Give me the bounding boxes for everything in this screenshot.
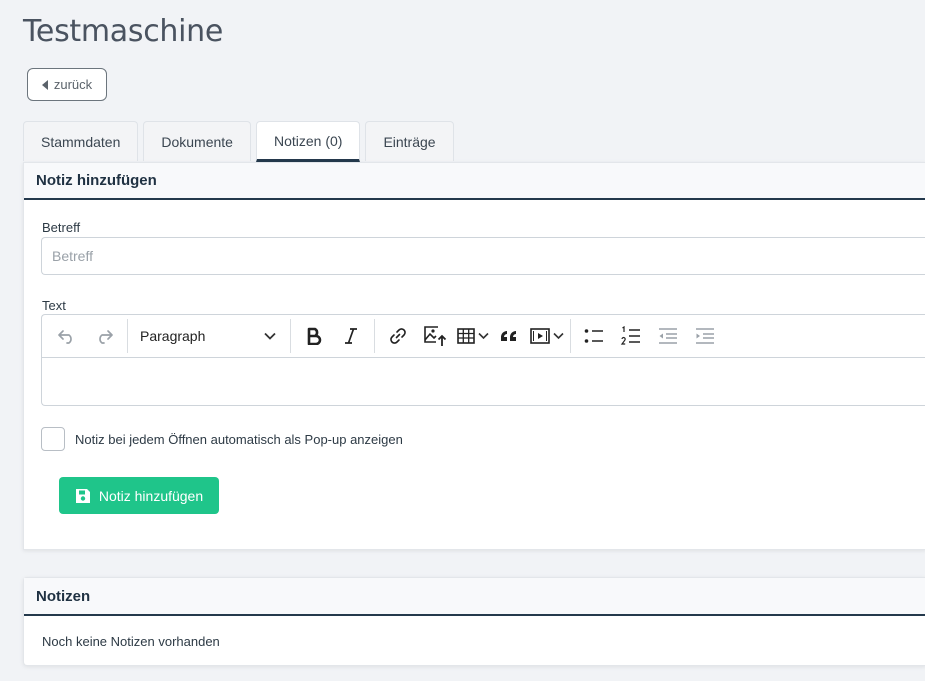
paragraph-style-dropdown[interactable]: Paragraph (134, 320, 284, 352)
toolbar-separator (127, 319, 128, 353)
toolbar-separator (290, 319, 291, 353)
numbered-list-button[interactable] (614, 320, 648, 352)
redo-icon (99, 330, 113, 344)
tab-stammdaten[interactable]: Stammdaten (23, 121, 139, 161)
numbered-list-icon (620, 326, 640, 345)
paragraph-style-value: Paragraph (140, 328, 206, 344)
tab-bar: Stammdaten Dokumente Notizen (0) Einträg… (23, 121, 454, 162)
add-note-header: Notiz hinzufügen (24, 163, 925, 200)
add-note-card: Notiz hinzufügen Betreff Text Paragraph (23, 162, 925, 550)
tab-label: Stammdaten (41, 133, 121, 150)
notes-card: Notizen Noch keine Notizen vorhanden (23, 577, 925, 666)
subject-label: Betreff (42, 220, 81, 235)
image-upload-icon (424, 326, 447, 346)
quote-icon (501, 331, 516, 341)
text-label: Text (42, 298, 66, 313)
subject-input[interactable] (41, 237, 925, 275)
bold-button[interactable] (297, 320, 331, 352)
link-icon (390, 328, 406, 344)
media-icon (530, 328, 550, 344)
tab-label: Einträge (383, 133, 436, 150)
editor-toolbar: Paragraph (42, 315, 925, 358)
bullet-list-icon (584, 329, 603, 343)
insert-table-button[interactable] (455, 320, 489, 352)
notes-header: Notizen (24, 578, 925, 616)
table-icon (456, 328, 475, 344)
page-title: Testmaschine (23, 14, 224, 49)
chevron-down-icon (264, 332, 276, 340)
tab-label: Notizen (0) (273, 132, 343, 149)
notes-empty-text: Noch keine Notizen vorhanden (42, 634, 220, 649)
caret-left-icon (41, 79, 48, 90)
chevron-down-icon (477, 332, 489, 340)
indent-icon (696, 328, 714, 344)
italic-button[interactable] (334, 320, 368, 352)
undo-button[interactable] (50, 320, 84, 352)
chevron-down-icon (553, 332, 564, 340)
outdent-button[interactable] (651, 320, 685, 352)
indent-button[interactable] (688, 320, 722, 352)
back-button-label: zurück (53, 77, 93, 92)
tab-notizen[interactable]: Notizen (0) (255, 121, 361, 162)
popup-checkbox-label: Notiz bei jedem Öffnen automatisch als P… (75, 432, 403, 447)
blockquote-button[interactable] (492, 320, 526, 352)
redo-button[interactable] (87, 320, 121, 352)
popup-checkbox[interactable] (41, 427, 65, 451)
toolbar-separator (570, 319, 571, 353)
rich-text-editor: Paragraph (41, 314, 925, 406)
tab-dokumente[interactable]: Dokumente (143, 121, 251, 161)
toolbar-separator (374, 319, 375, 353)
back-button[interactable]: zurück (27, 68, 107, 101)
insert-image-button[interactable] (418, 320, 452, 352)
undo-icon (58, 330, 72, 344)
italic-icon (345, 328, 357, 344)
bulleted-list-button[interactable] (577, 320, 611, 352)
add-note-button[interactable]: Notiz hinzufügen (59, 477, 219, 514)
link-button[interactable] (381, 320, 415, 352)
add-note-button-label: Notiz hinzufügen (98, 487, 204, 504)
tab-label: Dokumente (161, 133, 233, 150)
tab-eintraege[interactable]: Einträge (365, 121, 454, 161)
save-icon (75, 488, 90, 503)
bold-icon (307, 327, 322, 345)
editor-content-area[interactable] (42, 358, 925, 405)
insert-media-button[interactable] (529, 320, 564, 352)
outdent-icon (659, 328, 677, 344)
